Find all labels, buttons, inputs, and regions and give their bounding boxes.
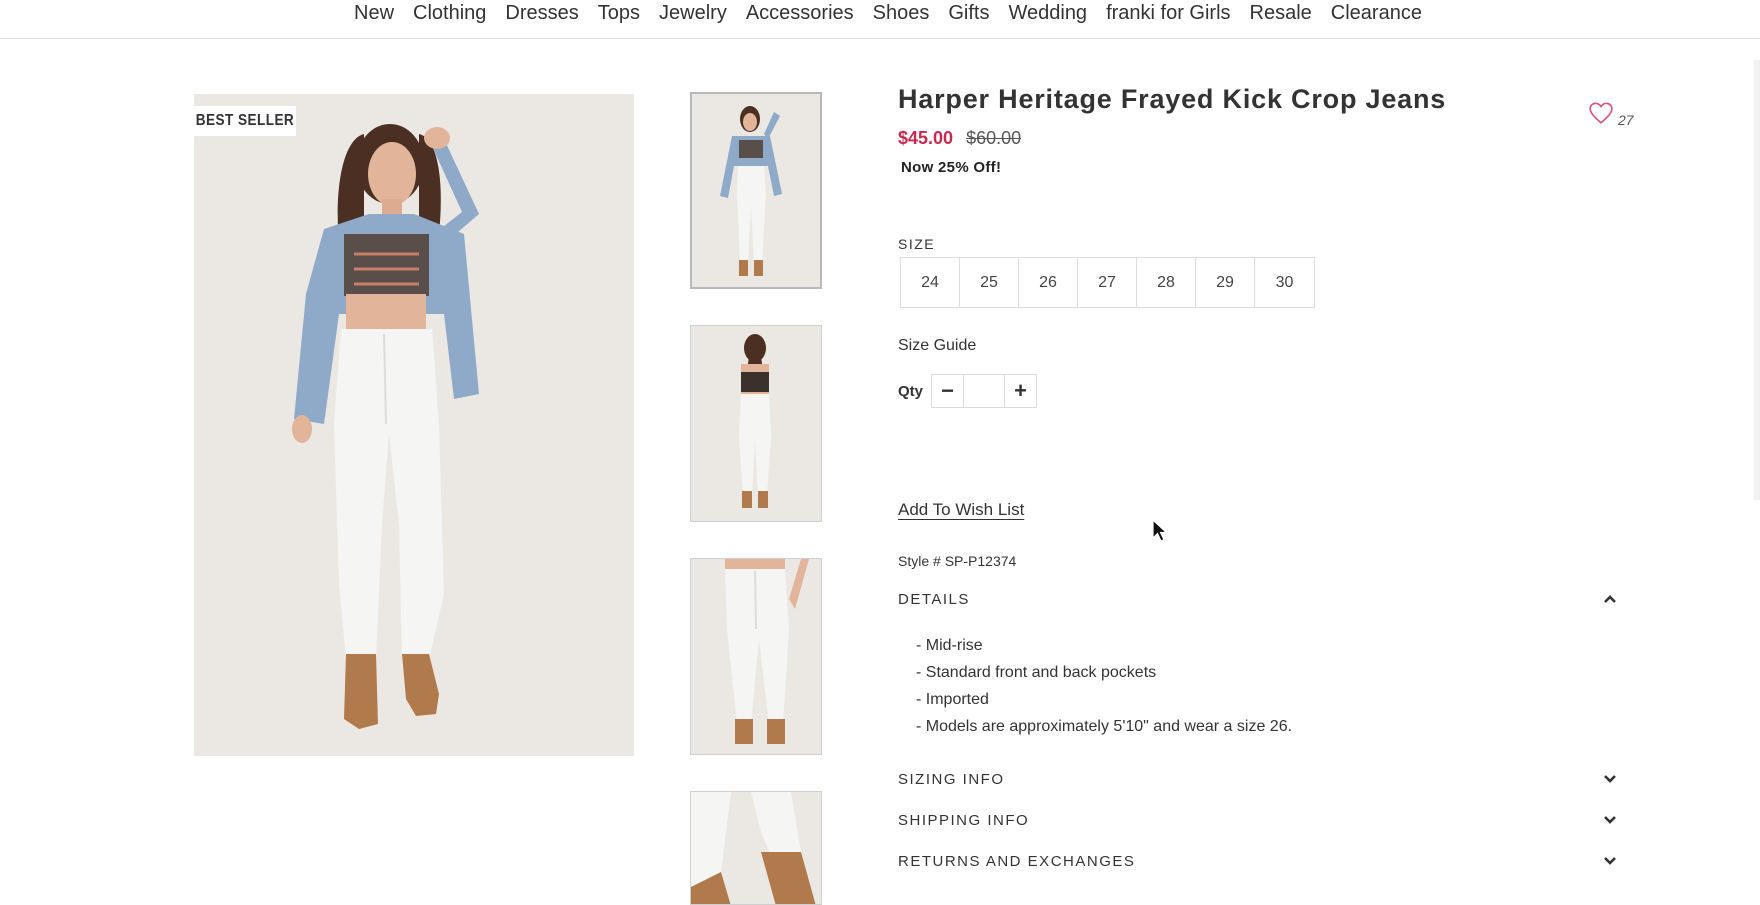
discount-text: Now 25% Off! bbox=[901, 159, 1002, 176]
accordion-details-title: DETAILS bbox=[898, 590, 970, 608]
qty-input[interactable] bbox=[964, 376, 1004, 406]
size-option-28[interactable]: 28 bbox=[1137, 258, 1196, 307]
thumbnail-back-image bbox=[691, 326, 821, 521]
thumbnail-hem-detail-image bbox=[691, 792, 821, 904]
size-option-26[interactable]: 26 bbox=[1019, 258, 1078, 307]
add-to-wishlist-link[interactable]: Add To Wish List bbox=[898, 500, 1024, 520]
thumbnail-jeans-detail-image bbox=[691, 559, 821, 754]
main-product-image[interactable]: BEST SELLER bbox=[194, 94, 634, 756]
accordion-shipping-title: SHIPPING INFO bbox=[898, 811, 1030, 829]
qty-decrease-button[interactable]: − bbox=[932, 375, 964, 407]
chevron-down-icon bbox=[1604, 857, 1616, 865]
best-seller-badge: BEST SELLER bbox=[194, 106, 296, 136]
thumbnail-3[interactable] bbox=[690, 558, 822, 755]
size-selector: 24 25 26 27 28 29 30 bbox=[900, 257, 1315, 308]
thumbnail-4[interactable] bbox=[690, 791, 822, 905]
nav-item-tops[interactable]: Tops bbox=[588, 0, 649, 26]
price-row: $45.00 $60.00 bbox=[898, 128, 1021, 149]
heart-icon[interactable] bbox=[1588, 100, 1614, 126]
wishlist-count: 27 bbox=[1618, 112, 1634, 128]
size-option-25[interactable]: 25 bbox=[960, 258, 1019, 307]
sale-price: $45.00 bbox=[898, 128, 954, 148]
thumbnail-1[interactable] bbox=[690, 92, 822, 289]
quantity-stepper: − + bbox=[931, 374, 1037, 408]
nav-item-jewelry[interactable]: Jewelry bbox=[650, 0, 737, 26]
nav-item-clearance[interactable]: Clearance bbox=[1321, 0, 1431, 26]
nav-item-franki-for-girls[interactable]: franki for Girls bbox=[1097, 0, 1240, 26]
nav-item-dresses[interactable]: Dresses bbox=[496, 0, 588, 26]
size-option-29[interactable]: 29 bbox=[1196, 258, 1255, 307]
thumbnail-2[interactable] bbox=[690, 325, 822, 522]
nav-list: New Clothing Dresses Tops Jewelry Access… bbox=[0, 0, 1760, 26]
top-navigation: New Clothing Dresses Tops Jewelry Access… bbox=[0, 0, 1760, 39]
style-number: Style # SP-P12374 bbox=[898, 553, 1017, 569]
thumbnail-front-image bbox=[692, 94, 820, 287]
size-option-30[interactable]: 30 bbox=[1255, 258, 1314, 307]
accordion-details-header[interactable]: DETAILS bbox=[898, 587, 1618, 611]
nav-item-gifts[interactable]: Gifts bbox=[939, 0, 999, 26]
accordion-returns-header[interactable]: RETURNS AND EXCHANGES bbox=[898, 849, 1618, 873]
nav-item-shoes[interactable]: Shoes bbox=[863, 0, 939, 26]
chevron-down-icon bbox=[1604, 775, 1616, 783]
size-option-24[interactable]: 24 bbox=[901, 258, 960, 307]
size-guide-link[interactable]: Size Guide bbox=[898, 337, 976, 355]
chevron-up-icon bbox=[1604, 595, 1616, 603]
product-title: Harper Heritage Frayed Kick Crop Jeans bbox=[898, 84, 1447, 114]
details-list: - Mid-rise - Standard front and back poc… bbox=[916, 632, 1292, 740]
nav-item-resale[interactable]: Resale bbox=[1240, 0, 1321, 26]
nav-item-wedding[interactable]: Wedding bbox=[999, 0, 1097, 26]
size-option-27[interactable]: 27 bbox=[1078, 258, 1137, 307]
accordion-shipping-header[interactable]: SHIPPING INFO bbox=[898, 808, 1618, 832]
size-label: SIZE bbox=[898, 236, 936, 252]
accordion-returns-title: RETURNS AND EXCHANGES bbox=[898, 852, 1136, 870]
detail-item: - Standard front and back pockets bbox=[916, 664, 1157, 681]
nav-item-accessories[interactable]: Accessories bbox=[736, 0, 863, 26]
mouse-cursor-icon bbox=[1152, 519, 1168, 542]
detail-item: - Imported bbox=[916, 691, 989, 708]
detail-item: - Mid-rise bbox=[916, 637, 983, 654]
qty-increase-button[interactable]: + bbox=[1004, 375, 1036, 407]
detail-item: - Models are approximately 5'10" and wea… bbox=[916, 718, 1293, 735]
model-full-body-illustration bbox=[194, 94, 634, 756]
chevron-down-icon bbox=[1604, 816, 1616, 824]
original-price: $60.00 bbox=[966, 128, 1022, 148]
accordion-sizing-header[interactable]: SIZING INFO bbox=[898, 767, 1618, 791]
nav-item-new[interactable]: New bbox=[345, 0, 404, 26]
qty-label: Qty bbox=[898, 383, 924, 400]
scrollbar-track[interactable] bbox=[1754, 60, 1760, 500]
nav-item-clothing[interactable]: Clothing bbox=[404, 0, 496, 26]
accordion-sizing-title: SIZING INFO bbox=[898, 770, 1005, 788]
